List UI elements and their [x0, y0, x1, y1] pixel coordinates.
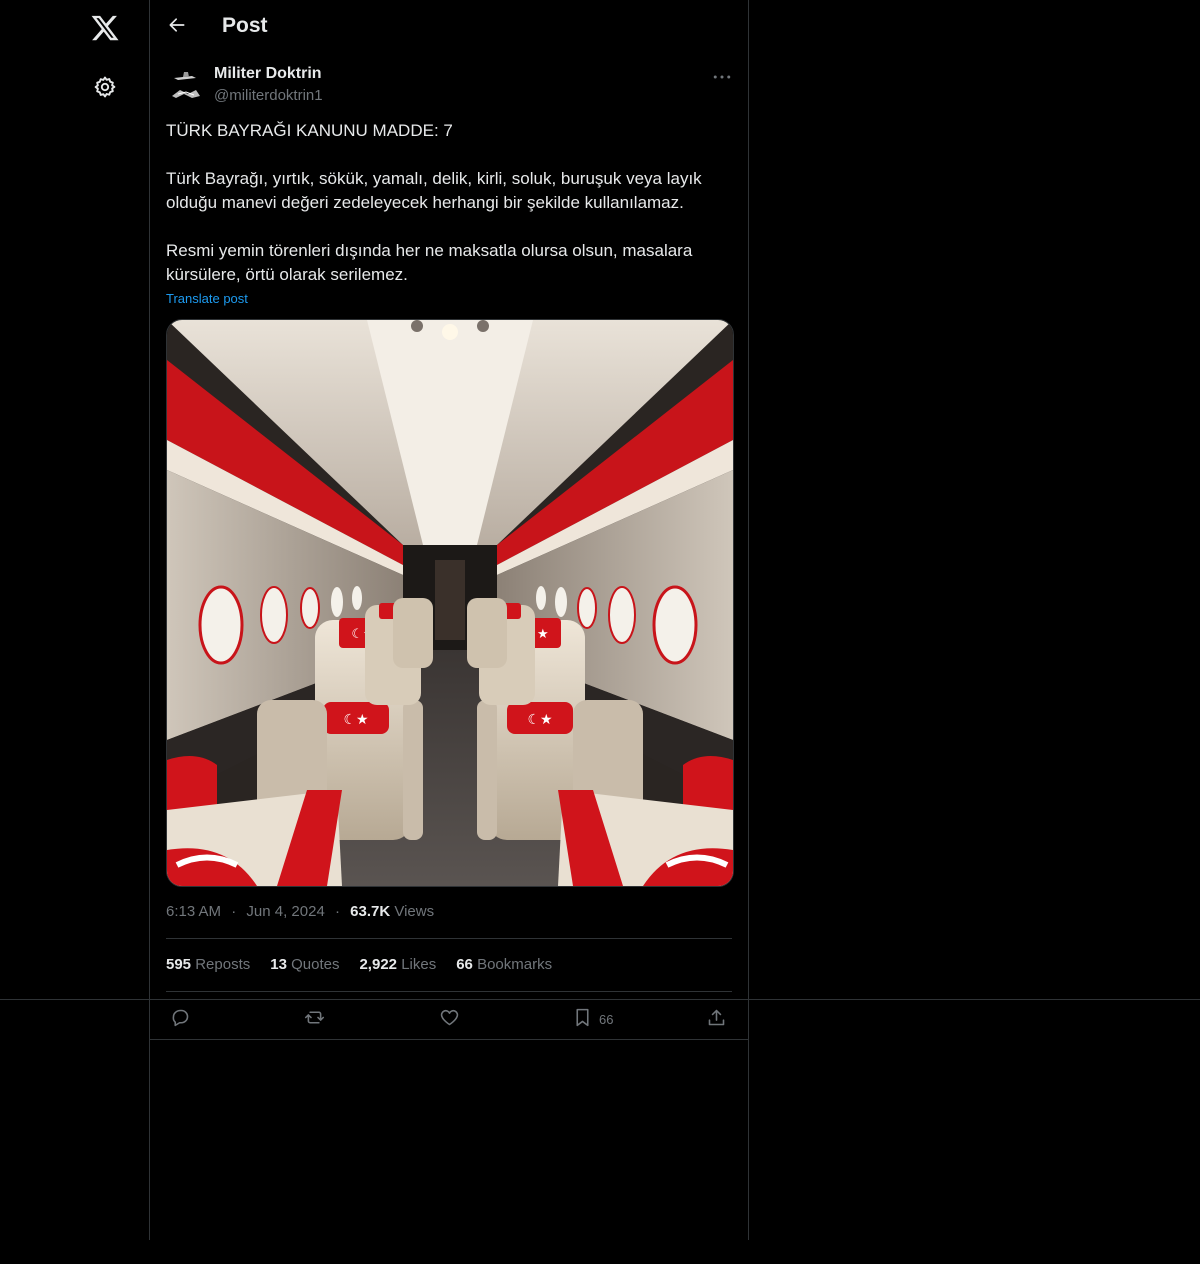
separator: · — [231, 903, 237, 920]
bookmark-count: 66 — [599, 1011, 614, 1027]
post-detail-column: Post Militer Doktrin @militerdoktrin1 TÜ… — [150, 0, 749, 1240]
reposts-stat[interactable]: 595 Reposts — [166, 956, 250, 973]
bookmark-icon — [572, 1007, 593, 1031]
post-paragraph: Türk Bayrağı, yırtık, sökük, yamalı, del… — [166, 169, 702, 212]
svg-text:☾★: ☾★ — [343, 712, 368, 728]
post-stats: 595 Reposts 13 Quotes 2,922 Likes 66 Boo… — [166, 956, 552, 973]
left-nav-rail — [0, 0, 150, 1240]
reply-icon — [170, 1007, 191, 1031]
page-title: Post — [222, 14, 268, 37]
x-logo-icon[interactable] — [86, 9, 124, 47]
avatar[interactable] — [166, 64, 206, 104]
post-paragraph: Resmi yemin törenleri dışında her ne mak… — [166, 241, 693, 284]
bookmark-button[interactable]: 66 — [572, 1004, 613, 1034]
likes-stat[interactable]: 2,922 Likes — [359, 956, 436, 973]
action-bar: 66 — [150, 1000, 748, 1040]
gear-icon[interactable] — [90, 72, 120, 102]
post-time[interactable]: 6:13 AM — [166, 903, 221, 920]
divider — [166, 991, 732, 992]
more-horizontal-icon — [713, 67, 731, 85]
separator: · — [334, 903, 340, 920]
post-paragraph: TÜRK BAYRAĞI KANUNU MADDE: 7 — [166, 121, 453, 140]
translate-post-link[interactable]: Translate post — [166, 291, 248, 306]
heart-icon — [439, 1007, 460, 1031]
share-button[interactable] — [706, 1004, 727, 1034]
svg-text:☾★: ☾★ — [527, 712, 552, 728]
reply-button[interactable] — [170, 1004, 191, 1034]
views-label: Views — [394, 903, 435, 920]
views-count: 63.7K — [350, 903, 391, 920]
post-date[interactable]: Jun 4, 2024 — [246, 903, 324, 920]
page-header: Post — [150, 0, 748, 54]
author-handle[interactable]: @militerdoktrin1 — [214, 87, 323, 104]
bookmarks-stat[interactable]: 66 Bookmarks — [456, 956, 552, 973]
like-button[interactable] — [439, 1004, 460, 1034]
post-body: TÜRK BAYRAĞI KANUNU MADDE: 7 Türk Bayrağ… — [166, 119, 736, 287]
more-options-button[interactable] — [710, 66, 734, 86]
divider — [166, 938, 732, 939]
post-metadata: 6:13 AM · Jun 4, 2024 · 63.7K Views — [166, 903, 434, 920]
author-name[interactable]: Militer Doktrin — [214, 65, 322, 83]
quotes-stat[interactable]: 13 Quotes — [270, 956, 339, 973]
repost-button[interactable] — [304, 1004, 325, 1034]
back-button[interactable] — [162, 12, 192, 42]
horizontal-rule — [0, 999, 1200, 1000]
post-image[interactable]: ☾★ ☾★ ☾★ ☾★ — [166, 319, 734, 887]
share-icon — [706, 1007, 727, 1031]
repost-icon — [304, 1007, 325, 1031]
arrow-left-icon — [167, 15, 187, 40]
